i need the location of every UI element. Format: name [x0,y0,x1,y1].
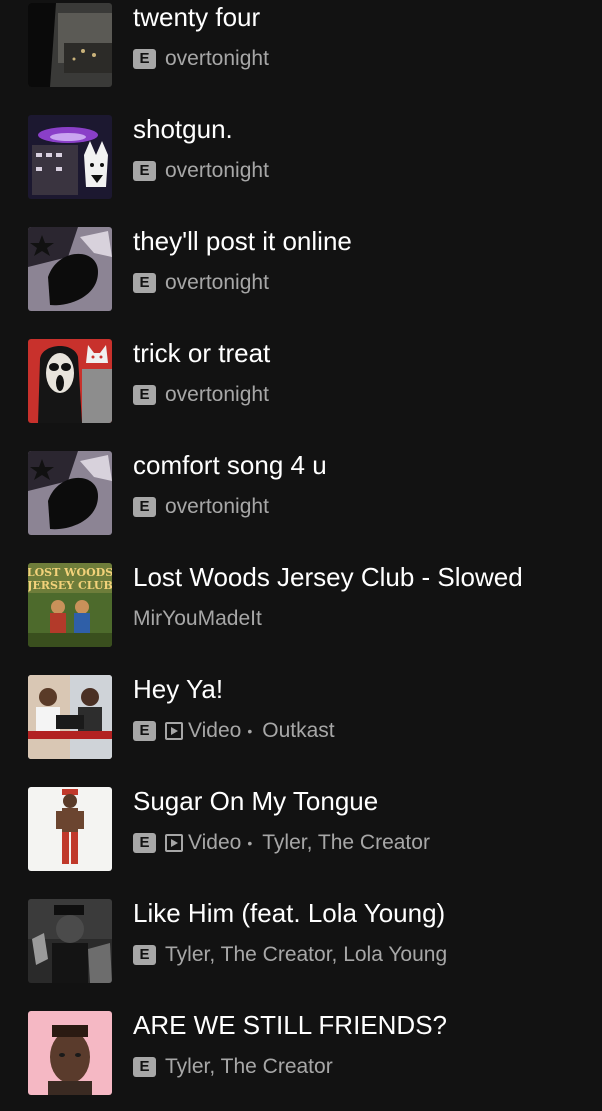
track-artist: Tyler, The Creator [262,831,430,854]
track-list: twenty four E overtonight shotgun. E ove… [0,0,602,1111]
track-title: twenty four [133,2,261,32]
track-meta: E Video • Tyler, The Creator [133,830,430,856]
track-title: Sugar On My Tongue [133,786,379,816]
track-meta: E overtonight [133,382,269,408]
track-artist: overtonight [165,271,269,294]
track-title: they'll post it online [133,226,352,256]
track-row[interactable]: twenty four E overtonight [0,0,602,103]
track-artist: Tyler, The Creator [165,1055,333,1078]
video-icon [165,722,183,740]
album-art [28,3,112,87]
track-title: comfort song 4 u [133,450,327,480]
explicit-icon: E [133,721,156,741]
album-art [28,451,112,535]
track-artist: Tyler, The Creator, Lola Young [165,943,448,966]
track-row[interactable]: trick or treat E overtonight [0,327,602,439]
track-meta: E Tyler, The Creator, Lola Young [133,942,447,968]
track-row[interactable]: LOST WOODS JERSEY CLUB Lost Woods Jersey… [0,551,602,663]
track-type: Video [188,719,242,742]
track-meta: E overtonight [133,158,269,184]
track-type: Video [188,831,242,854]
explicit-icon: E [133,49,156,69]
album-art [28,1011,112,1095]
track-meta: E Tyler, The Creator [133,1054,333,1080]
track-artist: MirYouMadeIt [133,607,262,630]
track-artist: Outkast [262,719,335,742]
track-title: ARE WE STILL FRIENDS? [133,1010,447,1040]
track-title: shotgun. [133,114,233,144]
album-art: LOST WOODS JERSEY CLUB [28,563,112,647]
explicit-icon: E [133,945,156,965]
video-icon [165,834,183,852]
explicit-icon: E [133,161,156,181]
track-row[interactable]: Like Him (feat. Lola Young) E Tyler, The… [0,887,602,999]
art-caption-line1: LOST WOODS [28,566,112,579]
explicit-icon: E [133,833,156,853]
track-artist: overtonight [165,159,269,182]
track-row[interactable]: Sugar On My Tongue E Video • Tyler, The … [0,775,602,887]
art-caption-line2: JERSEY CLUB [28,579,112,592]
track-meta: E overtonight [133,494,269,520]
track-title: Lost Woods Jersey Club - Slowed [133,562,523,592]
explicit-icon: E [133,497,156,517]
track-row[interactable]: they'll post it online E overtonight [0,215,602,327]
explicit-icon: E [133,1057,156,1077]
album-art [28,675,112,759]
track-title: Like Him (feat. Lola Young) [133,898,446,928]
explicit-icon: E [133,273,156,293]
track-meta: E overtonight [133,270,269,296]
track-row[interactable]: ARE WE STILL FRIENDS? E Tyler, The Creat… [0,999,602,1111]
explicit-icon: E [133,385,156,405]
track-title: Hey Ya! [133,674,224,704]
album-art [28,899,112,983]
track-title: trick or treat [133,338,271,368]
separator-dot: • [247,723,253,739]
track-row[interactable]: comfort song 4 u E overtonight [0,439,602,551]
separator-dot: • [247,835,253,851]
album-art [28,227,112,311]
track-artist: overtonight [165,47,269,70]
album-art [28,787,112,871]
track-artist: overtonight [165,495,269,518]
track-row[interactable]: shotgun. E overtonight [0,103,602,215]
track-meta: E Video • Outkast [133,718,335,744]
track-meta: E overtonight [133,46,269,72]
track-meta: MirYouMadeIt [133,606,262,632]
track-row[interactable]: Hey Ya! E Video • Outkast [0,663,602,775]
album-art [28,115,112,199]
track-artist: overtonight [165,383,269,406]
album-art [28,339,112,423]
